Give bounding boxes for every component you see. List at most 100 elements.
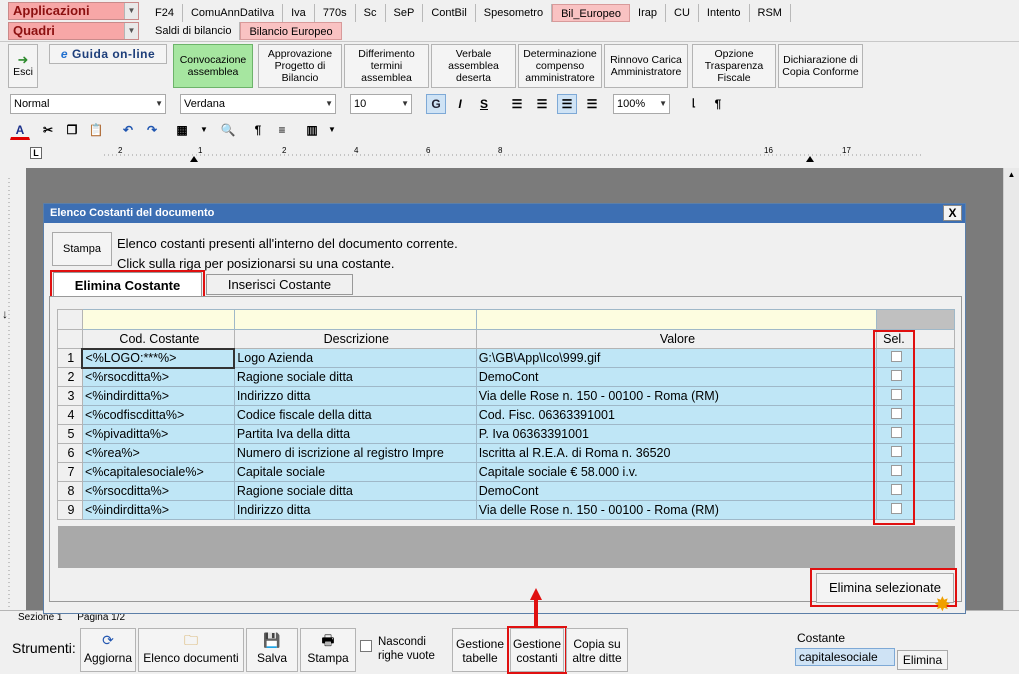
find-icon[interactable]: 🔍 (218, 120, 238, 140)
cell-description[interactable]: Ragione sociale ditta (233, 367, 477, 387)
refresh-button[interactable]: ⟳ Aggiorna (80, 628, 136, 672)
align-right-icon[interactable]: ☰ (532, 94, 552, 114)
table-row[interactable]: 9 <%indirditta%> Indirizzo ditta Via delle … (57, 500, 955, 520)
differimento-button[interactable]: Differimento termini assemblea (344, 44, 429, 88)
table-row[interactable]: 2 <%rsocditta%> Ragione sociale ditta Demo… (57, 367, 955, 387)
size-select[interactable]: 10 ▼ (350, 94, 412, 114)
print-button[interactable]: Stampa (52, 232, 112, 266)
table-row[interactable]: 5 <%pivaditta%> Partita Iva della ditta P. … (57, 424, 955, 444)
cell-value[interactable]: Iscritta al R.E.A. di Roma n. 36520 (475, 443, 878, 463)
paragraph-format-icon[interactable]: ¶ (248, 120, 268, 140)
cell-code[interactable]: <%codfiscditta%> (81, 405, 235, 425)
table-row[interactable]: 7 <%capitalesociale%> Capitale sociale Capi… (57, 462, 955, 482)
cell-code[interactable]: <%rsocditta%> (81, 367, 235, 387)
tab-sc[interactable]: Sc (356, 4, 386, 22)
font-select[interactable]: Verdana ▼ (180, 94, 336, 114)
cell-value[interactable]: G:\GB\App\Ico\999.gif (475, 348, 878, 368)
table-row[interactable]: 8 <%rsocditta%> Ragione sociale ditta Demo… (57, 481, 955, 501)
tab-inserisci-costante[interactable]: Inserisci Costante (206, 274, 353, 295)
justify-icon[interactable]: ☰ (582, 94, 602, 114)
table-row[interactable]: 1 <%LOGO:***%> Logo Azienda G:\GB\App\Ico\9… (57, 347, 955, 369)
vertical-scrollbar[interactable]: ▲ (1003, 168, 1019, 610)
cell-value[interactable]: Capitale sociale € 58.000 i.v. (475, 462, 878, 482)
cell-value[interactable]: DemoCont (475, 481, 878, 501)
copia-conforme-button[interactable]: Dichiarazione di Copia Conforme (778, 44, 863, 88)
tab-saldi-bilancio[interactable]: Saldi di bilancio (147, 22, 241, 40)
cell-code[interactable]: <%pivaditta%> (81, 424, 235, 444)
filter-cell[interactable] (81, 309, 235, 330)
copy-icon[interactable]: ❐ (62, 120, 82, 140)
tab-contbil[interactable]: ContBil (423, 4, 476, 22)
hide-empty-checkbox[interactable] (360, 640, 372, 652)
tab-rsm[interactable]: RSM (750, 4, 791, 22)
page-break-icon[interactable]: ⌊ (684, 94, 704, 114)
tab-stop-icon[interactable]: L (30, 147, 42, 159)
cell-value[interactable]: DemoCont (475, 367, 878, 387)
table-row[interactable]: 4 <%codfiscditta%> Codice fiscale della di… (57, 405, 955, 425)
italic-icon[interactable]: I (450, 94, 470, 114)
tab-iva[interactable]: Iva (283, 4, 315, 22)
cell-value[interactable]: Cod. Fisc. 06363391001 (475, 405, 878, 425)
filter-cell[interactable] (475, 309, 878, 330)
convocazione-button[interactable]: Convocazione assemblea (173, 44, 253, 88)
redo-icon[interactable]: ↷ (142, 120, 162, 140)
align-left-icon[interactable]: ☰ (507, 94, 527, 114)
print-tool-button[interactable]: 🖶 Stampa (300, 628, 356, 672)
tab-comuanndatiiva[interactable]: ComuAnnDatiIva (183, 4, 284, 22)
tab-cu[interactable]: CU (666, 4, 699, 22)
style-select[interactable]: Normal ▼ (10, 94, 166, 114)
cell-description[interactable]: Capitale sociale (233, 462, 477, 482)
pilcrow-icon[interactable]: ¶ (708, 94, 728, 114)
exit-button[interactable]: ➜ Esci (8, 44, 38, 88)
save-button[interactable]: 💾 Salva (246, 628, 298, 672)
applications-select[interactable]: Applicazioni ▼ (8, 2, 139, 20)
bold-icon[interactable]: G (426, 94, 446, 114)
tab-770s[interactable]: 770s (315, 4, 356, 22)
approvazione-button[interactable]: Approvazione Progetto di Bilancio (258, 44, 342, 88)
tab-spesometro[interactable]: Spesometro (476, 4, 553, 22)
cell-code[interactable]: <%rea%> (81, 443, 235, 463)
tab-bil-europeo[interactable]: Bil_Europeo (552, 4, 631, 22)
compenso-button[interactable]: Determinazione compenso amministratore (518, 44, 602, 88)
document-list-button[interactable]: 🗀 Elenco documenti (138, 628, 244, 672)
library-icon[interactable]: ▥ (302, 120, 322, 140)
manage-tables-button[interactable]: Gestione tabelle (452, 628, 508, 672)
tab-bilancio-europeo[interactable]: Bilancio Europeo (240, 22, 342, 40)
cell-description[interactable]: Indirizzo ditta (233, 500, 477, 520)
cell-description[interactable]: Indirizzo ditta (233, 386, 477, 406)
chevron-down-icon[interactable]: ▼ (322, 120, 342, 140)
cell-value[interactable]: Via delle Rose n. 150 - 00100 - Roma (RM… (475, 386, 878, 406)
table-row[interactable]: 3 <%indirditta%> Indirizzo ditta Via delle … (57, 386, 955, 406)
cell-code[interactable]: <%indirditta%> (81, 386, 235, 406)
constant-input[interactable]: capitalesociale (795, 648, 895, 666)
trasparenza-button[interactable]: Opzione Trasparenza Fiscale (692, 44, 776, 88)
cell-code[interactable]: <%capitalesociale%> (81, 462, 235, 482)
cut-icon[interactable]: ✂ (38, 120, 58, 140)
cell-description[interactable]: Codice fiscale della ditta (233, 405, 477, 425)
scroll-up-icon[interactable]: ▲ (1004, 168, 1019, 182)
table-row[interactable]: 6 <%rea%> Numero di iscrizione al registro… (57, 443, 955, 463)
cell-description[interactable]: Partita Iva della ditta (233, 424, 477, 444)
chevron-down-icon[interactable]: ▼ (124, 3, 138, 19)
chevron-down-icon[interactable]: ▼ (124, 23, 138, 39)
cell-value[interactable]: P. Iva 06363391001 (475, 424, 878, 444)
guide-online-button[interactable]: e Guida on-line (49, 44, 167, 64)
cell-description[interactable]: Ragione sociale ditta (233, 481, 477, 501)
align-center-icon[interactable]: ☰ (557, 94, 577, 114)
chevron-down-icon[interactable]: ▼ (194, 120, 214, 140)
constant-delete-button[interactable]: Elimina (897, 650, 948, 670)
zoom-select[interactable]: 100% ▼ (613, 94, 670, 114)
cell-description[interactable]: Numero di iscrizione al registro Impre (233, 443, 477, 463)
font-color-icon[interactable]: A (10, 120, 30, 140)
tab-f24[interactable]: F24 (147, 4, 183, 22)
close-icon[interactable]: X (943, 205, 962, 221)
verbale-button[interactable]: Verbale assemblea deserta (431, 44, 516, 88)
undo-icon[interactable]: ↶ (118, 120, 138, 140)
tab-intento[interactable]: Intento (699, 4, 750, 22)
table-icon[interactable]: ▦ (172, 120, 192, 140)
filter-cell[interactable] (233, 309, 477, 330)
tab-sep[interactable]: SeP (386, 4, 424, 22)
cell-code[interactable]: <%rsocditta%> (81, 481, 235, 501)
cell-value[interactable]: Via delle Rose n. 150 - 00100 - Roma (RM… (475, 500, 878, 520)
underline-icon[interactable]: S (474, 94, 494, 114)
